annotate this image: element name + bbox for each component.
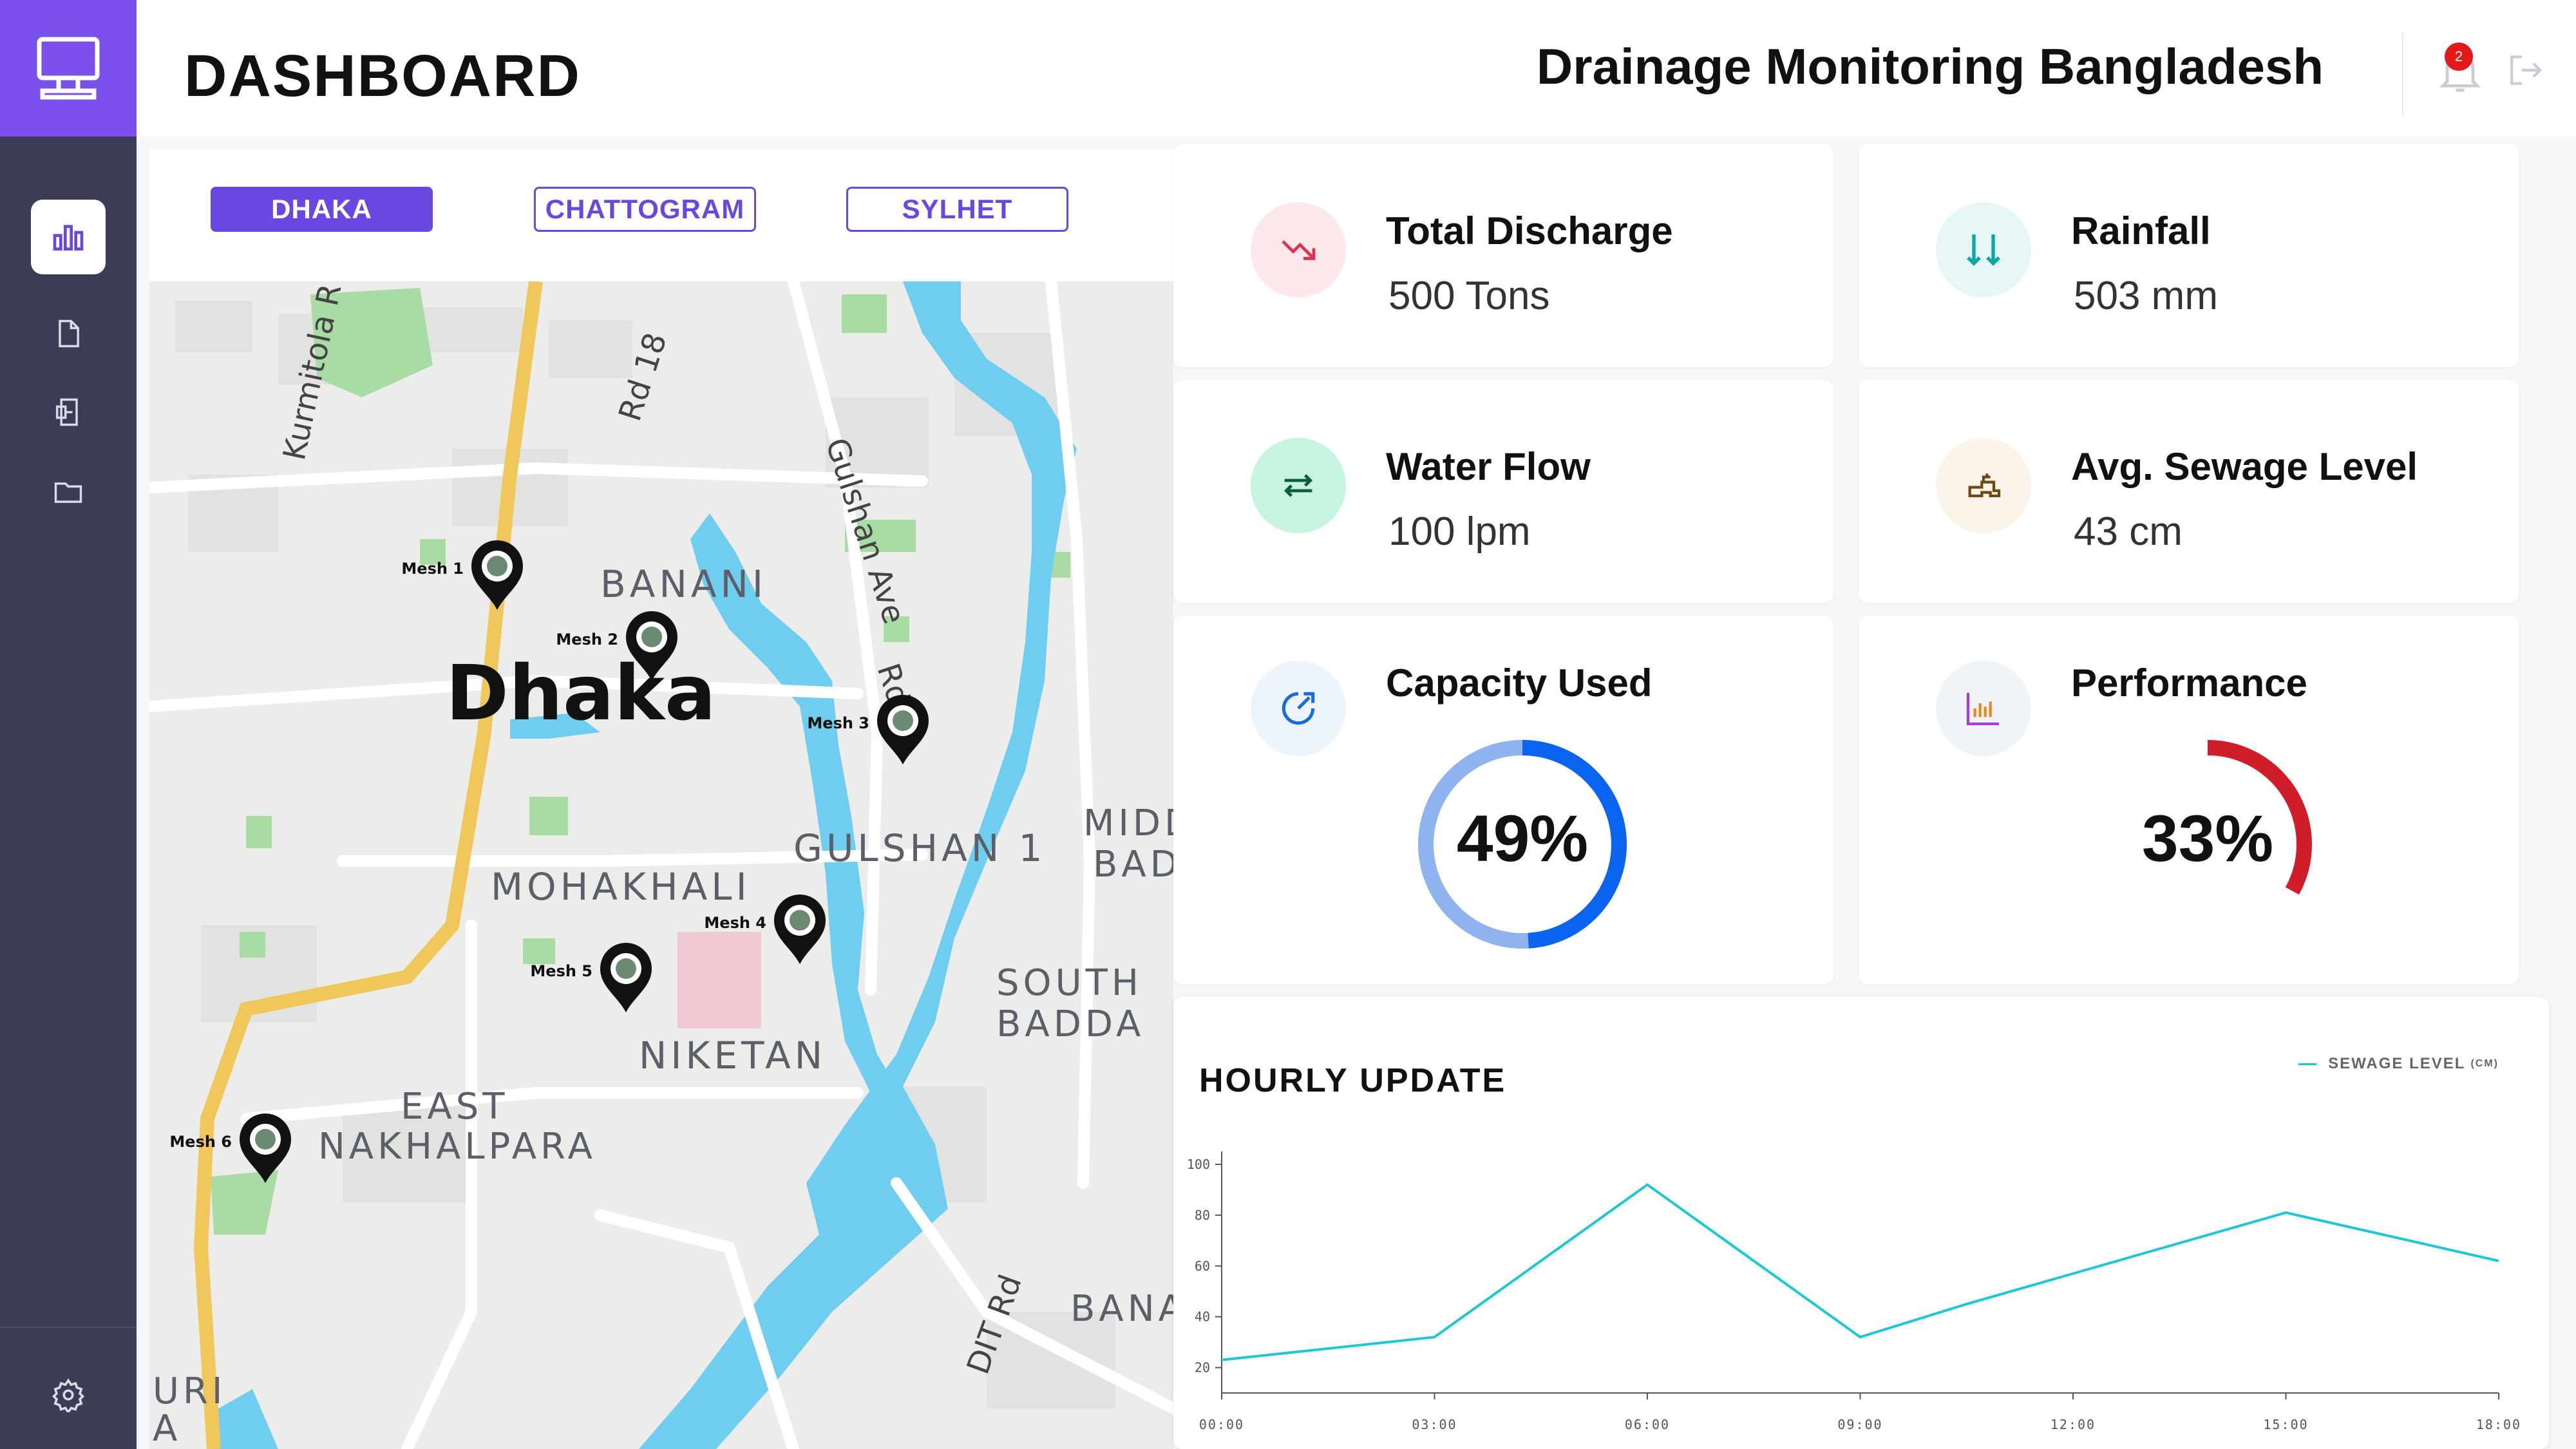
tab-chattogram[interactable]: CHATTOGRAM xyxy=(534,187,756,232)
sidebar-item-files[interactable] xyxy=(31,455,106,529)
rain-arrows-icon xyxy=(1936,202,2031,298)
logo[interactable] xyxy=(0,0,137,137)
page-title: DASHBOARD xyxy=(184,43,581,109)
card-title: Water Flow xyxy=(1386,445,1591,488)
performance-value: 33% xyxy=(2142,802,2273,875)
y-tick-label: 20 xyxy=(1195,1360,1210,1376)
map-area-uri: URI xyxy=(153,1370,226,1412)
card-title: Capacity Used xyxy=(1386,661,1653,705)
map-marker-label: Mesh 1 xyxy=(401,560,464,578)
card-rainfall[interactable]: Rainfall 503 mm xyxy=(1859,144,2519,367)
logout-icon[interactable] xyxy=(2505,50,2545,90)
map-area-mohakhali: MOHAKHALI xyxy=(491,865,751,909)
card-value: 500 Tons xyxy=(1388,274,1550,318)
map-area-nakhalpara: NAKHALPARA xyxy=(318,1126,596,1168)
faucet-icon xyxy=(1936,438,2031,533)
card-performance[interactable]: Performance 33% xyxy=(1859,616,2519,984)
brand-title: Drainage Monitoring Bangladesh xyxy=(1536,38,2324,95)
map-marker-label: Mesh 6 xyxy=(169,1133,232,1151)
map-area-banani: BANANI xyxy=(600,562,767,606)
sidebar-item-settings[interactable] xyxy=(31,1358,106,1432)
x-tick-label: 18:00 xyxy=(2476,1417,2521,1432)
sidebar-divider xyxy=(0,1327,137,1328)
trend-down-icon xyxy=(1251,202,1346,298)
map-marker-label: Mesh 4 xyxy=(704,914,766,932)
monitor-icon xyxy=(37,37,100,100)
card-value: 503 mm xyxy=(2074,274,2218,318)
x-tick-label: 00:00 xyxy=(1199,1417,1244,1432)
card-title: Performance xyxy=(2071,661,2307,705)
y-tick-label: 80 xyxy=(1195,1208,1210,1223)
header: DASHBOARD Drainage Monitoring Bangladesh xyxy=(137,0,2576,137)
report-icon xyxy=(55,398,78,426)
map-area-south: SOUTH xyxy=(996,962,1142,1004)
card-total-discharge[interactable]: Total Discharge 500 Tons xyxy=(1173,144,1833,367)
folder-icon xyxy=(54,482,82,503)
document-icon xyxy=(59,319,79,348)
city-tabs: DHAKA CHATTOGRAM SYLHET xyxy=(149,149,1173,281)
sidebar-item-analytics[interactable] xyxy=(31,200,106,274)
sidebar-item-documents[interactable] xyxy=(31,296,106,371)
map-marker-label: Mesh 5 xyxy=(530,962,592,980)
map-area-niketan: NIKETAN xyxy=(639,1034,826,1077)
card-title: Rainfall xyxy=(2071,209,2211,252)
y-tick-label: 60 xyxy=(1195,1258,1210,1274)
x-tick-label: 15:00 xyxy=(2263,1417,2308,1432)
map-area-bad: BAD xyxy=(1093,844,1173,886)
y-tick-label: 100 xyxy=(1187,1157,1210,1172)
bar-chart-icon xyxy=(1936,661,2031,756)
map-marker-label: Mesh 3 xyxy=(807,714,869,732)
map-area-midd: MIDD xyxy=(1083,802,1173,844)
card-title: Total Discharge xyxy=(1386,209,1673,252)
capacity-value: 49% xyxy=(1457,802,1588,875)
gauge-icon xyxy=(1251,661,1346,756)
x-tick-label: 12:00 xyxy=(2050,1417,2096,1432)
map-area-badda: BADDA xyxy=(996,1003,1144,1045)
capacity-gauge: 49% xyxy=(1418,740,1627,949)
city-map[interactable]: BANANI GULSHAN 1 MOHAKHALI NIKETAN EAST … xyxy=(149,281,1173,1449)
sidebar-item-reports[interactable] xyxy=(31,375,106,450)
card-value: 100 lpm xyxy=(1388,509,1531,554)
y-tick-label: 40 xyxy=(1195,1309,1210,1325)
map-marker-label: Mesh 2 xyxy=(556,630,618,649)
settings-icon xyxy=(52,1378,85,1412)
card-title: Avg. Sewage Level xyxy=(2071,445,2418,488)
analytics-icon xyxy=(53,225,84,251)
hourly-update-card: HOURLY UPDATE SEWAGE LEVEL (CM) 20 40 60 80… xyxy=(1173,997,2549,1449)
tab-sylhet[interactable]: SYLHET xyxy=(846,187,1068,232)
map-canvas[interactable]: BANANI GULSHAN 1 MOHAKHALI NIKETAN EAST … xyxy=(149,281,1173,1449)
map-area-gulshan: GULSHAN 1 xyxy=(793,826,1046,870)
map-city-label: Dhaka xyxy=(446,649,716,737)
series-line xyxy=(1221,1183,2499,1361)
x-tick-label: 06:00 xyxy=(1625,1417,1670,1432)
card-water-flow[interactable]: Water Flow 100 lpm xyxy=(1173,380,1833,603)
tab-dhaka[interactable]: DHAKA xyxy=(211,187,433,232)
card-sewage-level[interactable]: Avg. Sewage Level 43 cm xyxy=(1859,380,2519,603)
map-panel: DHAKA CHATTOGRAM SYLHET BANANI GULSHAN 1… xyxy=(149,149,1173,1449)
card-capacity-used[interactable]: Capacity Used 49% xyxy=(1173,616,1833,984)
line-chart: 20 40 60 80 100 00:00 03:00 06:00 09:00 12:00 15:0… xyxy=(1187,1151,2521,1432)
map-area-a: A xyxy=(153,1408,181,1449)
header-divider xyxy=(2402,32,2403,116)
map-area-bana: BANA xyxy=(1070,1288,1173,1330)
x-tick-label: 09:00 xyxy=(1837,1417,1882,1432)
flow-arrows-icon xyxy=(1251,438,1346,533)
x-tick-label: 03:00 xyxy=(1412,1417,1457,1432)
map-area-east: EAST xyxy=(401,1086,508,1128)
performance-gauge: 33% xyxy=(2103,740,2312,949)
card-value: 43 cm xyxy=(2074,509,2183,554)
notification-badge: 2 xyxy=(2445,43,2473,71)
sidebar xyxy=(0,0,137,1449)
